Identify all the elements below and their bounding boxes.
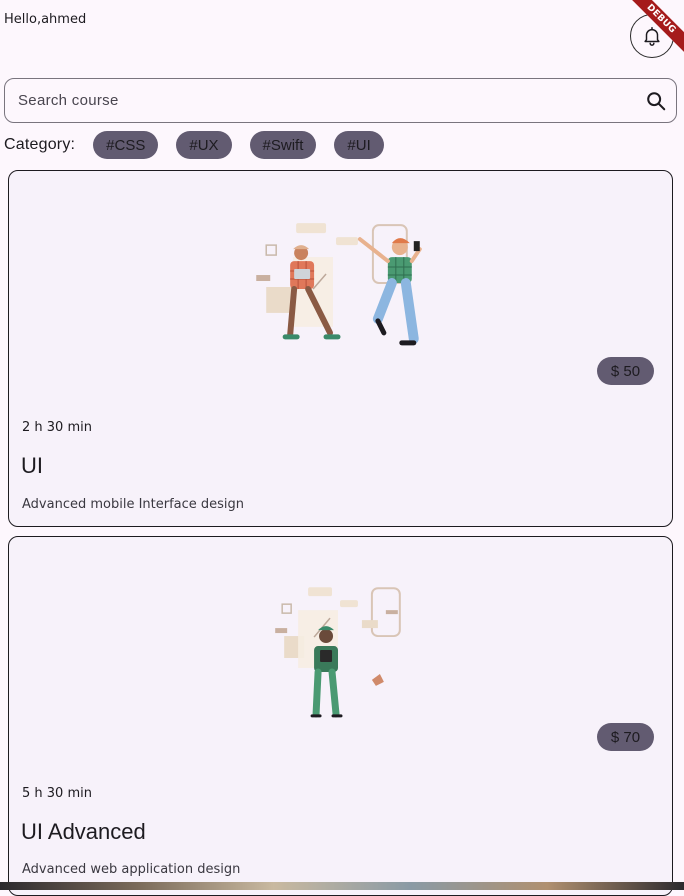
bell-icon (644, 27, 660, 46)
search-bar (4, 78, 677, 123)
search-input[interactable] (16, 91, 644, 110)
course-description: Advanced web application design (22, 862, 241, 877)
two-people-designing-illustration (256, 223, 422, 346)
course-duration: 5 h 30 min (22, 786, 92, 801)
course-card[interactable]: $ 70 5 h 30 min UI Advanced Advanced web… (8, 536, 673, 896)
bottom-strip (0, 882, 684, 890)
course-card[interactable]: $ 50 2 h 30 min UI Advanced mobile Inter… (8, 170, 673, 527)
price-badge: $ 50 (597, 357, 654, 385)
price-badge: $ 70 (597, 723, 654, 751)
greeting-text: Hello,ahmed (4, 12, 87, 27)
category-row: Category: #CSS #UX #Swift #UI (4, 131, 402, 159)
search-icon[interactable] (644, 89, 668, 113)
course-description: Advanced mobile Interface design (22, 497, 245, 512)
course-duration: 2 h 30 min (22, 420, 92, 435)
chip-swift[interactable]: #Swift (249, 131, 317, 159)
category-label: Category: (4, 136, 76, 153)
course-title: UI (21, 453, 43, 478)
chip-css[interactable]: #CSS (93, 131, 159, 159)
person-with-phone-illustration (275, 587, 401, 718)
course-title: UI Advanced (21, 819, 146, 844)
chip-ui[interactable]: #UI (334, 131, 384, 159)
chip-ux[interactable]: #UX (176, 131, 232, 159)
notifications-button[interactable] (630, 14, 674, 58)
